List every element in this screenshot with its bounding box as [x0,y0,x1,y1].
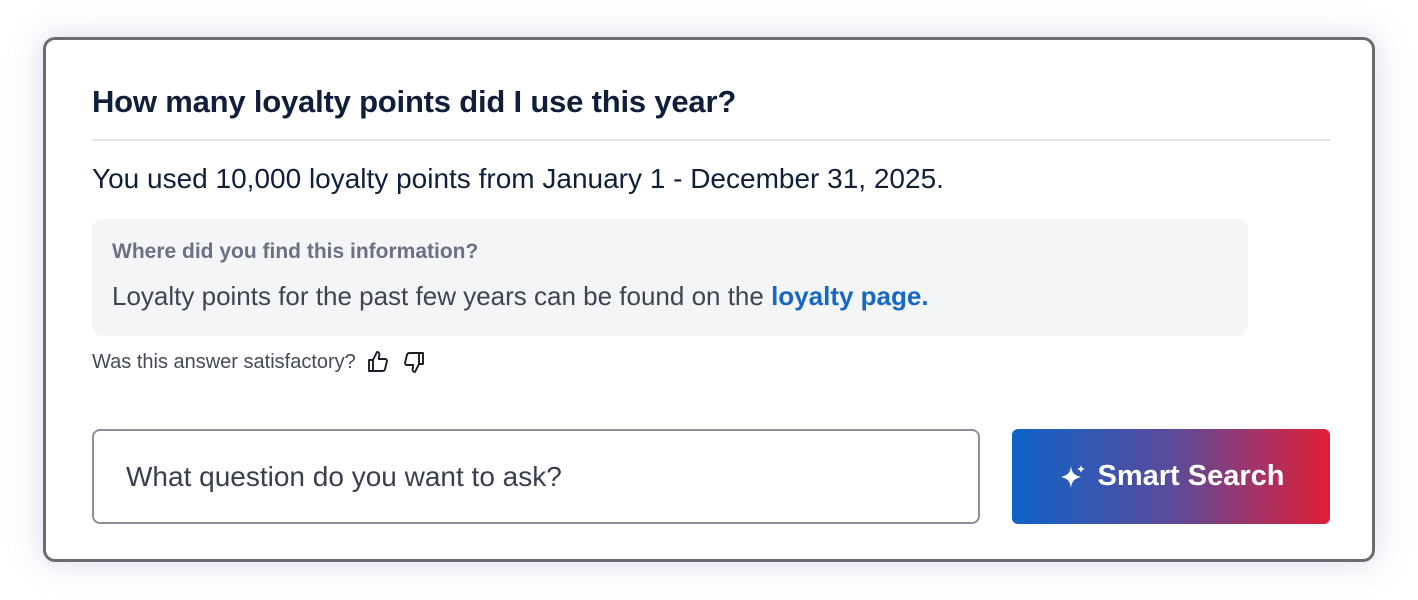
feedback-prompt: Was this answer satisfactory? [92,350,356,373]
smart-search-button[interactable]: Smart Search [1012,429,1330,524]
source-heading: Where did you find this information? [112,240,479,263]
question-title: How many loyalty points did I use this y… [92,84,737,119]
answer-card: How many loyalty points did I use this y… [43,37,1375,562]
sparkle-icon [1058,462,1088,492]
source-text: Loyalty points for the past few years ca… [112,281,929,312]
source-text-prefix: Loyalty points for the past few years ca… [112,281,772,311]
source-panel: Where did you find this information? Loy… [92,219,1248,336]
feedback-row: Was this answer satisfactory? [92,347,428,377]
thumbs-down-icon [403,352,424,373]
answer-text: You used 10,000 loyalty points from Janu… [92,163,944,194]
smart-search-label: Smart Search [1097,460,1285,492]
question-input[interactable] [92,429,980,524]
divider [92,139,1330,141]
loyalty-page-link[interactable]: loyalty page. [771,281,929,311]
page: How many loyalty points did I use this y… [0,0,1418,600]
thumbs-up-button[interactable] [364,348,392,376]
thumbs-down-button[interactable] [400,348,428,376]
thumbs-up-icon [367,351,388,372]
